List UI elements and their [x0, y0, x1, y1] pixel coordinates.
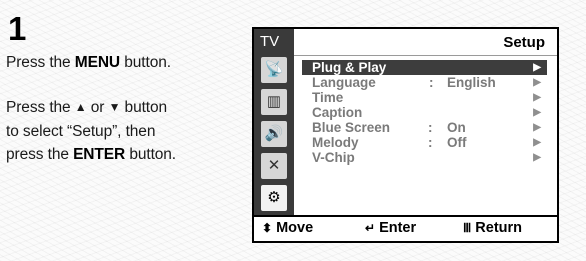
step-number: 1 [8, 10, 27, 47]
menu-item-label: Caption [312, 105, 363, 120]
osd-divider [294, 55, 557, 56]
menu-item-value: Off [447, 135, 467, 150]
footer-move: ⬍ Move [262, 220, 313, 236]
sound-icon[interactable]: 🔊 [261, 121, 287, 147]
chevron-right-icon: ▶ [533, 122, 541, 133]
tv-label: TV [260, 33, 280, 50]
instruction-text: button. [125, 146, 177, 163]
chevron-right-icon: ▶ [533, 152, 541, 163]
chevron-right-icon: ▶ [533, 107, 541, 118]
menu-return-icon: Ⅲ [463, 221, 472, 235]
menu-item-label: Plug & Play [312, 60, 387, 75]
menu-item-melody[interactable]: Melody : Off ▶ [302, 135, 547, 150]
instruction-text: Press the [6, 99, 75, 116]
menu-item-v-chip[interactable]: V-Chip ▶ [302, 150, 547, 165]
menu-item-separator: : [429, 75, 434, 90]
instruction-select-setup: Press the ▲ or ▼ button to select “Setup… [6, 96, 231, 166]
setup-menu-list: Plug & Play ▶ Language : English ▶ Time … [302, 60, 547, 165]
chevron-right-icon: ▶ [533, 62, 541, 73]
menu-item-language[interactable]: Language : English ▶ [302, 75, 547, 90]
enter-keyword: ENTER [73, 146, 126, 163]
chevron-right-icon: ▶ [533, 77, 541, 88]
antenna-icon[interactable]: 📡 [261, 57, 287, 83]
menu-item-label: V-Chip [312, 150, 355, 165]
footer-return: Ⅲ Return [463, 220, 522, 236]
enter-icon: ↵ [365, 221, 376, 235]
instruction-text: to select “Setup”, then [6, 123, 156, 140]
setup-icon[interactable]: ⚙ [261, 185, 287, 211]
footer-return-label: Return [475, 220, 523, 236]
instruction-text: or [86, 99, 109, 116]
chevron-right-icon: ▶ [533, 137, 541, 148]
menu-item-caption[interactable]: Caption ▶ [302, 105, 547, 120]
instruction-menu: Press the MENU button. [6, 51, 231, 74]
instruction-text: button [120, 99, 168, 116]
footer-enter: ↵ Enter [365, 220, 416, 236]
down-arrow-icon: ▼ [108, 100, 121, 114]
osd-footer: ⬍ Move ↵ Enter Ⅲ Return [254, 215, 557, 241]
osd-sidebar: TV 📡 ▥ 🔊 ✕ ⚙ [254, 29, 294, 215]
instruction-text: Press the [6, 54, 75, 71]
up-arrow-icon: ▲ [74, 100, 87, 114]
instruction-text: press the [6, 146, 74, 163]
tv-osd-menu: TV 📡 ▥ 🔊 ✕ ⚙ Setup Plug & Play ▶ Languag… [252, 27, 559, 243]
footer-move-label: Move [276, 220, 314, 236]
chevron-right-icon: ▶ [533, 92, 541, 103]
menu-item-label: Melody [312, 135, 359, 150]
menu-item-label: Blue Screen [312, 120, 391, 135]
menu-item-value: English [447, 75, 496, 90]
menu-item-separator: : [428, 120, 433, 135]
picture-icon[interactable]: ▥ [261, 89, 287, 115]
menu-item-value: On [447, 120, 466, 135]
channel-icon[interactable]: ✕ [261, 153, 287, 179]
menu-item-time[interactable]: Time ▶ [302, 90, 547, 105]
footer-enter-label: Enter [379, 220, 417, 236]
menu-item-label: Language [312, 75, 376, 90]
menu-keyword: MENU [74, 54, 121, 71]
menu-item-plug-and-play[interactable]: Plug & Play ▶ [302, 60, 547, 75]
instruction-text: button. [120, 54, 171, 71]
menu-item-blue-screen[interactable]: Blue Screen : On ▶ [302, 120, 547, 135]
osd-title: Setup [503, 34, 545, 51]
updown-arrow-icon: ⬍ [262, 221, 273, 235]
menu-item-label: Time [312, 90, 344, 105]
menu-item-separator: : [428, 135, 433, 150]
